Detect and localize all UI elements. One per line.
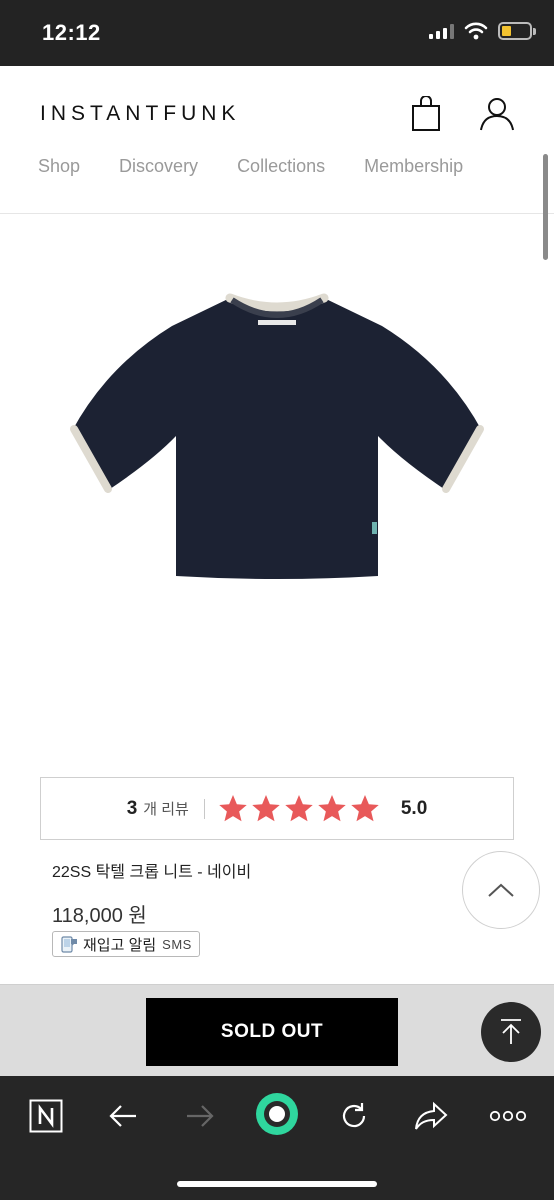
browser-toolbar (0, 1076, 554, 1200)
refresh-icon (342, 1103, 366, 1128)
scroll-top-button[interactable] (481, 1002, 541, 1062)
review-divider (203, 798, 205, 819)
product-price: 118,000 원 (52, 905, 147, 927)
green-circle-icon (256, 1093, 298, 1135)
arrow-to-top-icon (501, 1019, 521, 1044)
product-image (70, 293, 484, 579)
share-icon (415, 1101, 448, 1130)
review-summary[interactable]: 3 개 리뷰 5.0 (40, 777, 514, 840)
status-icons (429, 22, 536, 40)
cart-button[interactable] (410, 95, 442, 132)
nav-discovery[interactable]: Discovery (119, 156, 198, 177)
scroll-up-button[interactable] (462, 851, 540, 929)
site-header: INSTANTFUNK Shop Discovery Collections M… (0, 66, 554, 260)
brand-logo[interactable]: INSTANTFUNK (40, 102, 240, 126)
star-icon (285, 794, 313, 821)
nav-collections[interactable]: Collections (237, 156, 325, 177)
status-bar: 12:12 (0, 0, 554, 66)
restock-label: 재입고 알림 (83, 936, 157, 954)
shopping-bag-icon (412, 95, 440, 131)
review-label: 개 리뷰 (143, 801, 189, 818)
battery-icon (498, 22, 536, 40)
review-count: 3 (126, 797, 138, 819)
sms-phone-icon (61, 936, 77, 953)
purchase-bar: SOLD OUT (0, 984, 554, 1076)
wifi-icon (464, 22, 488, 40)
home-indicator (177, 1181, 377, 1187)
nav-shop[interactable]: Shop (38, 156, 80, 177)
star-icon (351, 794, 379, 821)
rating-stars (217, 793, 381, 825)
n-button[interactable] (24, 1094, 68, 1138)
product-title: 22SS 탁텔 크롭 니트 - 네이비 (52, 864, 252, 881)
restock-sms: SMS (162, 936, 192, 952)
screen: 12:12 INSTANTFUNK Shop Discovery Collect… (0, 0, 554, 1200)
home-button[interactable] (253, 1090, 301, 1138)
nav-membership[interactable]: Membership (364, 156, 463, 177)
refresh-button[interactable] (332, 1094, 376, 1138)
more-button[interactable] (486, 1094, 530, 1138)
sold-out-button[interactable]: SOLD OUT (146, 998, 398, 1066)
rating-value: 5.0 (400, 797, 428, 819)
account-button[interactable] (478, 96, 516, 132)
star-icon (318, 794, 346, 821)
restock-alert-button[interactable]: 재입고 알림 SMS (52, 931, 200, 957)
signal-icon (429, 23, 454, 39)
share-button[interactable] (409, 1094, 453, 1138)
page-scrollbar[interactable] (543, 154, 548, 260)
n-icon (29, 1099, 63, 1133)
back-button[interactable] (101, 1094, 145, 1138)
more-icon (489, 1110, 527, 1122)
star-icon (252, 794, 280, 821)
main-nav: Shop Discovery Collections Membership (38, 156, 463, 177)
forward-button[interactable] (178, 1094, 222, 1138)
chevron-up-icon (488, 883, 514, 897)
forward-arrow-icon (187, 1105, 214, 1127)
user-icon (480, 98, 514, 131)
back-arrow-icon (109, 1105, 136, 1127)
status-time: 12:12 (42, 20, 101, 45)
star-icon (219, 794, 247, 821)
